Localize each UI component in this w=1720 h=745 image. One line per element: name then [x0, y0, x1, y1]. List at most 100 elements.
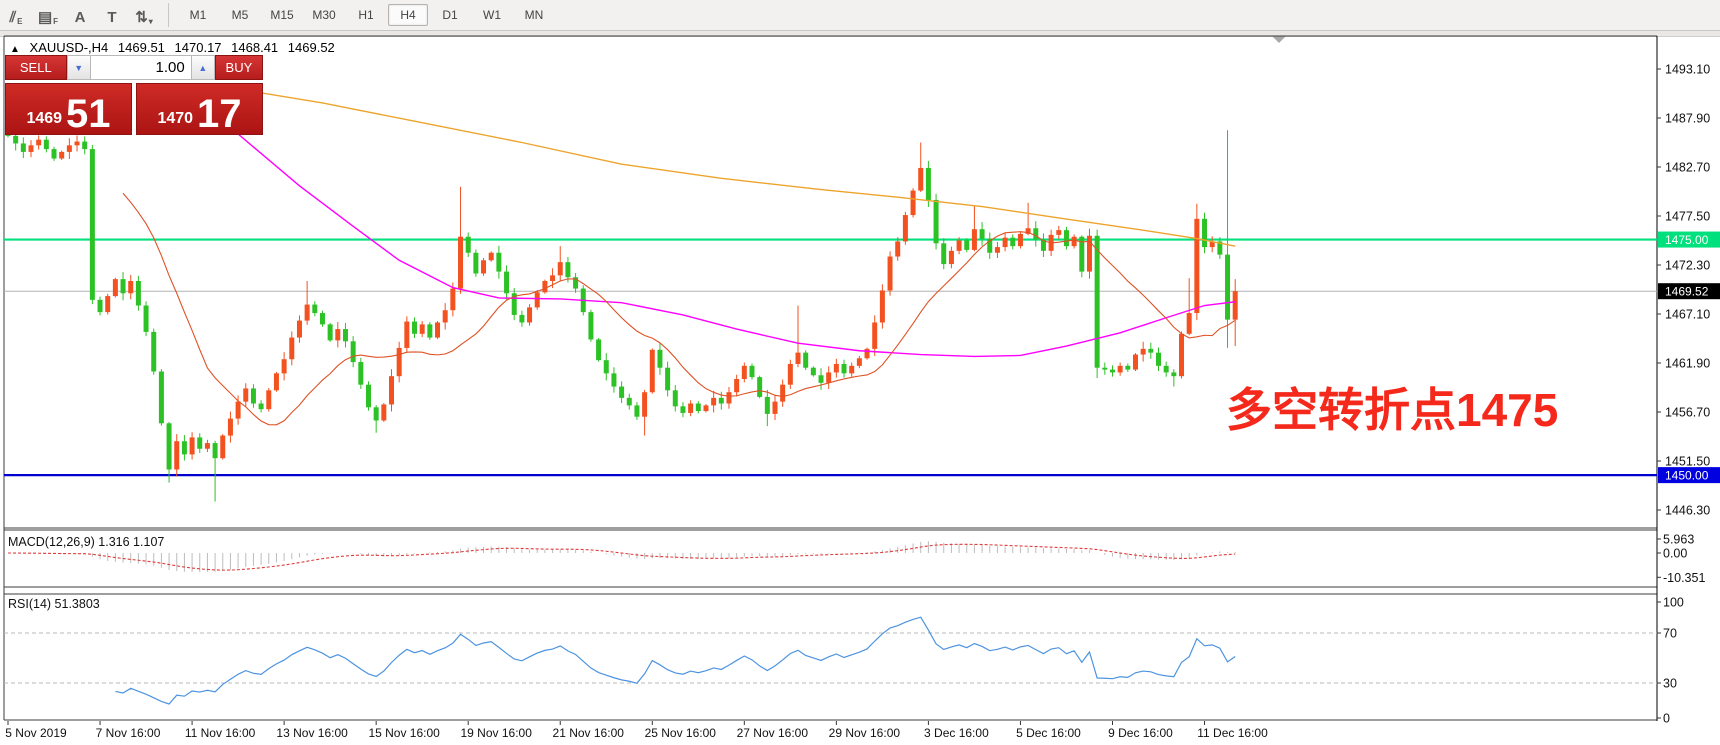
candle-body: [911, 191, 916, 215]
candle-body: [366, 385, 371, 408]
time-axis-label: 11 Nov 16:00: [185, 726, 256, 740]
volume-input[interactable]: [91, 55, 191, 80]
candle-body: [1179, 334, 1184, 376]
candle-body: [650, 350, 655, 392]
sell-price-display[interactable]: 1469 51: [5, 83, 132, 135]
candle-body: [726, 392, 731, 403]
macd-axis-label: 5.963: [1663, 532, 1694, 546]
candle-body: [665, 368, 670, 391]
candle-body: [964, 240, 969, 249]
buy-button[interactable]: BUY: [215, 55, 263, 80]
candle-body: [36, 140, 41, 146]
candle-body: [918, 168, 923, 191]
candle-body: [374, 407, 379, 420]
candle-body: [926, 168, 931, 200]
candle-body: [872, 322, 877, 348]
candle-body: [182, 441, 187, 454]
candle-body: [174, 441, 179, 469]
sell-button[interactable]: SELL: [5, 55, 67, 80]
candle-body: [1156, 353, 1161, 366]
candle-body: [282, 359, 287, 373]
candle-body: [565, 262, 570, 277]
candle-body: [842, 364, 847, 373]
candle-body: [496, 253, 501, 272]
price-tag-label: 1469.52: [1665, 285, 1709, 299]
price-axis-label: 1461.90: [1665, 357, 1710, 371]
price-tag-label: 1475.00: [1665, 233, 1709, 247]
one-click-trading-panel: SELL ▼ ▲ BUY 1469 51 1470 17: [5, 55, 263, 135]
price-tag-label: 1450.00: [1665, 469, 1709, 483]
candle-body: [673, 390, 678, 406]
time-axis-label: 25 Nov 16:00: [645, 726, 717, 740]
candle-body: [1118, 366, 1123, 373]
candle-body: [535, 292, 540, 307]
candle-body: [527, 307, 532, 322]
candle-body: [320, 313, 325, 324]
time-axis-label: 7 Nov 16:00: [96, 726, 161, 740]
candle-body: [351, 341, 356, 362]
candle-body: [1095, 236, 1100, 368]
candle-body: [82, 142, 87, 150]
price-axis-label: 1477.50: [1665, 210, 1710, 224]
candle-body: [59, 152, 64, 159]
candle-body: [113, 279, 118, 296]
time-axis-label: 19 Nov 16:00: [461, 726, 533, 740]
volume-decrease-button[interactable]: ▼: [67, 55, 91, 80]
candle-body: [788, 364, 793, 385]
candle-body: [834, 364, 839, 372]
candle-body: [151, 332, 156, 372]
candle-body: [128, 281, 133, 293]
candle-body: [765, 397, 770, 414]
candle-body: [596, 339, 601, 360]
candle-body: [343, 329, 348, 341]
price-axis-label: 1467.10: [1665, 308, 1710, 322]
sell-price-big: 51: [66, 97, 111, 131]
candle-body: [849, 366, 854, 374]
candle-body: [1003, 238, 1008, 247]
candle-body: [742, 366, 747, 379]
mt4-terminal-window: { "toolbar": { "icons": [ {"name": "equi…: [0, 0, 1720, 745]
candle-body: [734, 379, 739, 392]
rsi-panel-label: RSI(14) 51.3803: [8, 597, 100, 611]
candle-body: [335, 329, 340, 340]
buy-price-display[interactable]: 1470 17: [136, 83, 263, 135]
rsi-axis-label: 30: [1663, 677, 1677, 691]
candle-body: [519, 315, 524, 323]
time-axis-label: 29 Nov 16:00: [829, 726, 901, 740]
time-axis-label: 13 Nov 16:00: [276, 726, 348, 740]
time-axis-label: 11 Dec 16:00: [1197, 726, 1268, 740]
candle-body: [611, 373, 616, 386]
candle-body: [466, 237, 471, 253]
candle-body: [167, 423, 172, 469]
candle-body: [251, 388, 256, 403]
time-axis-label: 15 Nov 16:00: [368, 726, 440, 740]
ohlc-close: 1469.52: [288, 40, 335, 55]
candle-body: [903, 215, 908, 241]
candle-body: [13, 136, 18, 144]
candle-body: [289, 338, 294, 360]
rsi-line: [115, 617, 1235, 704]
ma-fast-red: [123, 193, 1235, 425]
candle-body: [358, 362, 363, 385]
candle-body: [619, 387, 624, 398]
candle-body: [305, 305, 310, 321]
candle-body: [90, 149, 95, 300]
candle-body: [803, 353, 808, 368]
candle-body: [888, 257, 893, 291]
macd-axis-label: -10.351: [1663, 571, 1705, 585]
candle-body: [680, 406, 685, 413]
candle-body: [504, 272, 509, 294]
candle-body: [857, 358, 862, 366]
candle-body: [144, 306, 149, 332]
candle-body: [473, 253, 478, 274]
candle-body: [420, 324, 425, 333]
candle-body: [443, 310, 448, 322]
candle-body: [213, 443, 218, 458]
candle-body: [757, 377, 762, 397]
buy-price-big: 17: [197, 97, 242, 131]
volume-increase-button[interactable]: ▲: [191, 55, 215, 80]
candle-body: [657, 350, 662, 368]
candle-body: [934, 200, 939, 243]
price-axis-label: 1472.30: [1665, 259, 1710, 273]
candle-body: [1202, 219, 1207, 247]
